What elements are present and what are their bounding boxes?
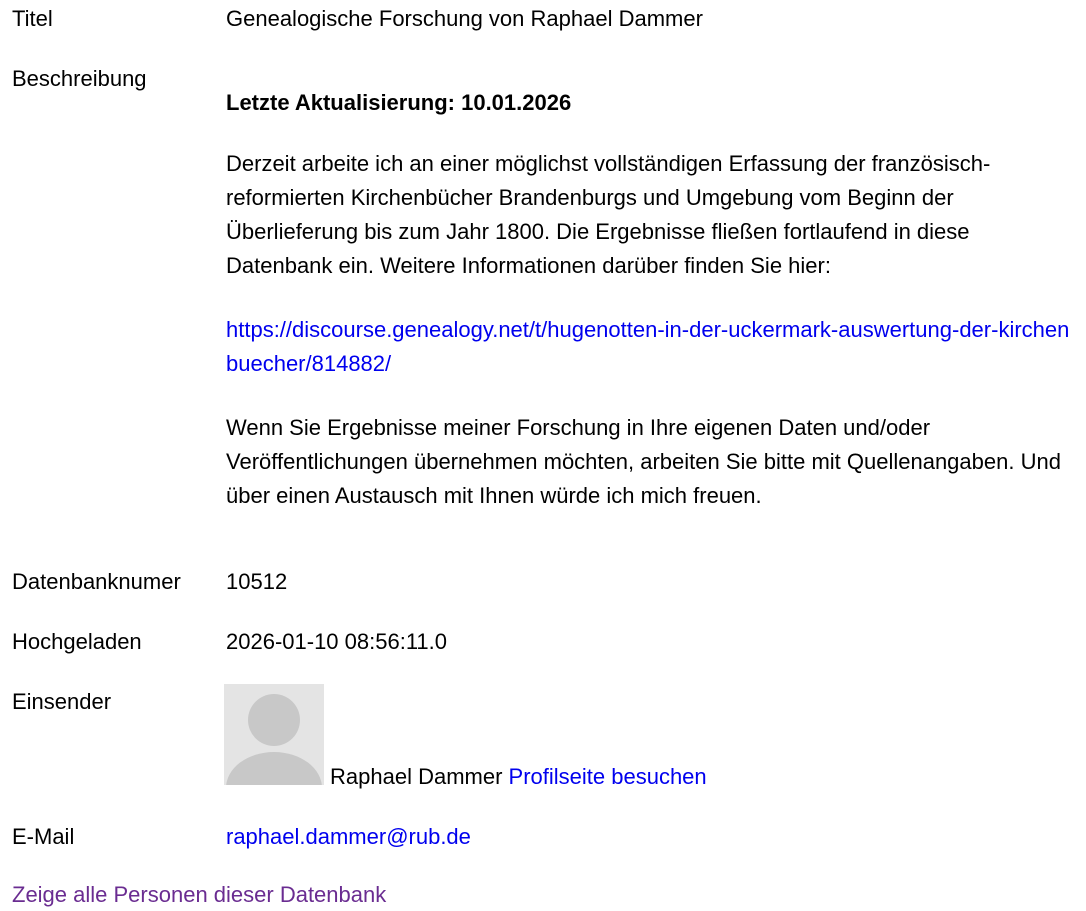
email-label: E-Mail <box>12 824 75 849</box>
show-all-wrap: Zeige alle Personen dieser Datenbank <box>12 880 386 910</box>
title-label: Titel <box>12 6 53 31</box>
submitter-line: Raphael Dammer Profilseite besuchen <box>330 762 707 792</box>
uploaded-label: Hochgeladen <box>12 629 142 654</box>
db-number-label: Datenbanknumer <box>12 569 181 594</box>
profile-link[interactable]: Profilseite besuchen <box>509 764 707 789</box>
description-label: Beschreibung <box>12 66 147 91</box>
description-heading: Letzte Aktualisierung: 10.01.2026 <box>226 90 572 115</box>
description-paragraph-1: Derzeit arbeite ich an einer möglichst v… <box>226 151 991 278</box>
forum-link[interactable]: https://discourse.genealogy.net/t/hugeno… <box>226 317 1069 376</box>
submitter-name: Raphael Dammer <box>330 764 503 789</box>
submitter-label: Einsender <box>12 689 112 714</box>
uploaded-value: 2026-01-10 08:56:11.0 <box>226 629 447 654</box>
user-silhouette-icon <box>226 694 322 785</box>
description-paragraph-2: Wenn Sie Ergebnisse meiner Forschung in … <box>226 415 1061 508</box>
avatar <box>224 684 324 785</box>
title-value: Genealogische Forschung von Raphael Damm… <box>226 6 703 31</box>
forum-link-wrap: https://discourse.genealogy.net/t/hugeno… <box>226 313 1081 381</box>
email-link[interactable]: raphael.dammer@rub.de <box>226 824 471 849</box>
email-value-wrap: raphael.dammer@rub.de <box>226 822 471 852</box>
show-all-persons-link[interactable]: Zeige alle Personen dieser Datenbank <box>12 882 386 907</box>
db-number-value: 10512 <box>226 569 288 594</box>
